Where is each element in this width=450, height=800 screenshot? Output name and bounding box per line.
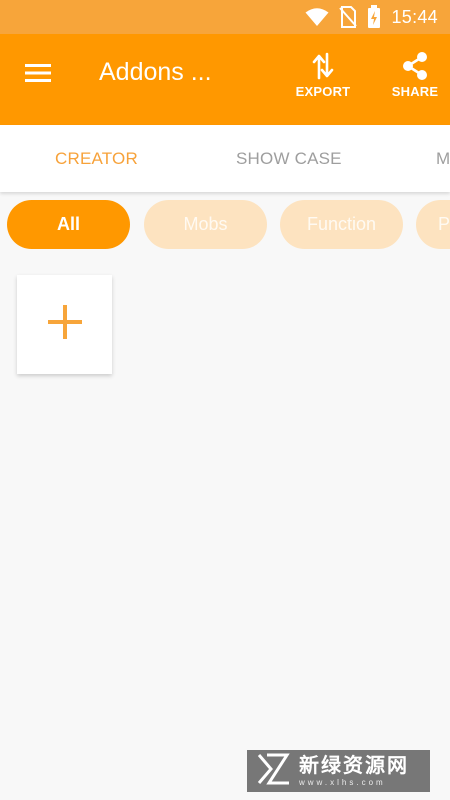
tab-bar: CREATOR SHOW CASE M (0, 125, 450, 192)
wifi-icon (305, 7, 329, 27)
watermark-logo-icon (257, 753, 291, 790)
tab-show-case[interactable]: SHOW CASE (236, 125, 342, 192)
status-bar: 15:44 (0, 0, 450, 34)
app-bar: Addons ... EXPORT SHARE (0, 34, 450, 125)
hamburger-menu-icon (25, 63, 51, 88)
filter-chip-all[interactable]: All (7, 200, 130, 249)
filter-chip-row: All Mobs Function P (0, 200, 450, 250)
app-title: Addons ... (99, 58, 212, 86)
share-label: SHARE (391, 84, 439, 99)
watermark: 新绿资源网 www.xlhs.com (247, 750, 430, 792)
filter-chip-mobs[interactable]: Mobs (144, 200, 267, 249)
menu-button[interactable] (20, 60, 56, 90)
export-label: EXPORT (295, 84, 351, 99)
export-arrows-icon (311, 48, 335, 84)
status-icons: 15:44 (305, 5, 438, 29)
export-button[interactable]: EXPORT (294, 48, 352, 99)
tab-overflow[interactable]: M (436, 125, 450, 192)
watermark-subtitle: www.xlhs.com (299, 777, 386, 787)
no-sim-icon (339, 6, 358, 28)
plus-icon (47, 304, 83, 345)
battery-charging-icon (367, 5, 381, 29)
share-icon (401, 48, 429, 84)
tab-creator[interactable]: CREATOR (55, 125, 138, 192)
watermark-title: 新绿资源网 (299, 754, 409, 777)
add-addon-button[interactable] (17, 275, 112, 374)
status-time: 15:44 (391, 6, 438, 27)
filter-chip-partial[interactable]: P (416, 200, 450, 249)
watermark-text: 新绿资源网 www.xlhs.com (299, 756, 409, 787)
share-button[interactable]: SHARE (388, 48, 442, 99)
filter-chip-function[interactable]: Function (280, 200, 403, 249)
